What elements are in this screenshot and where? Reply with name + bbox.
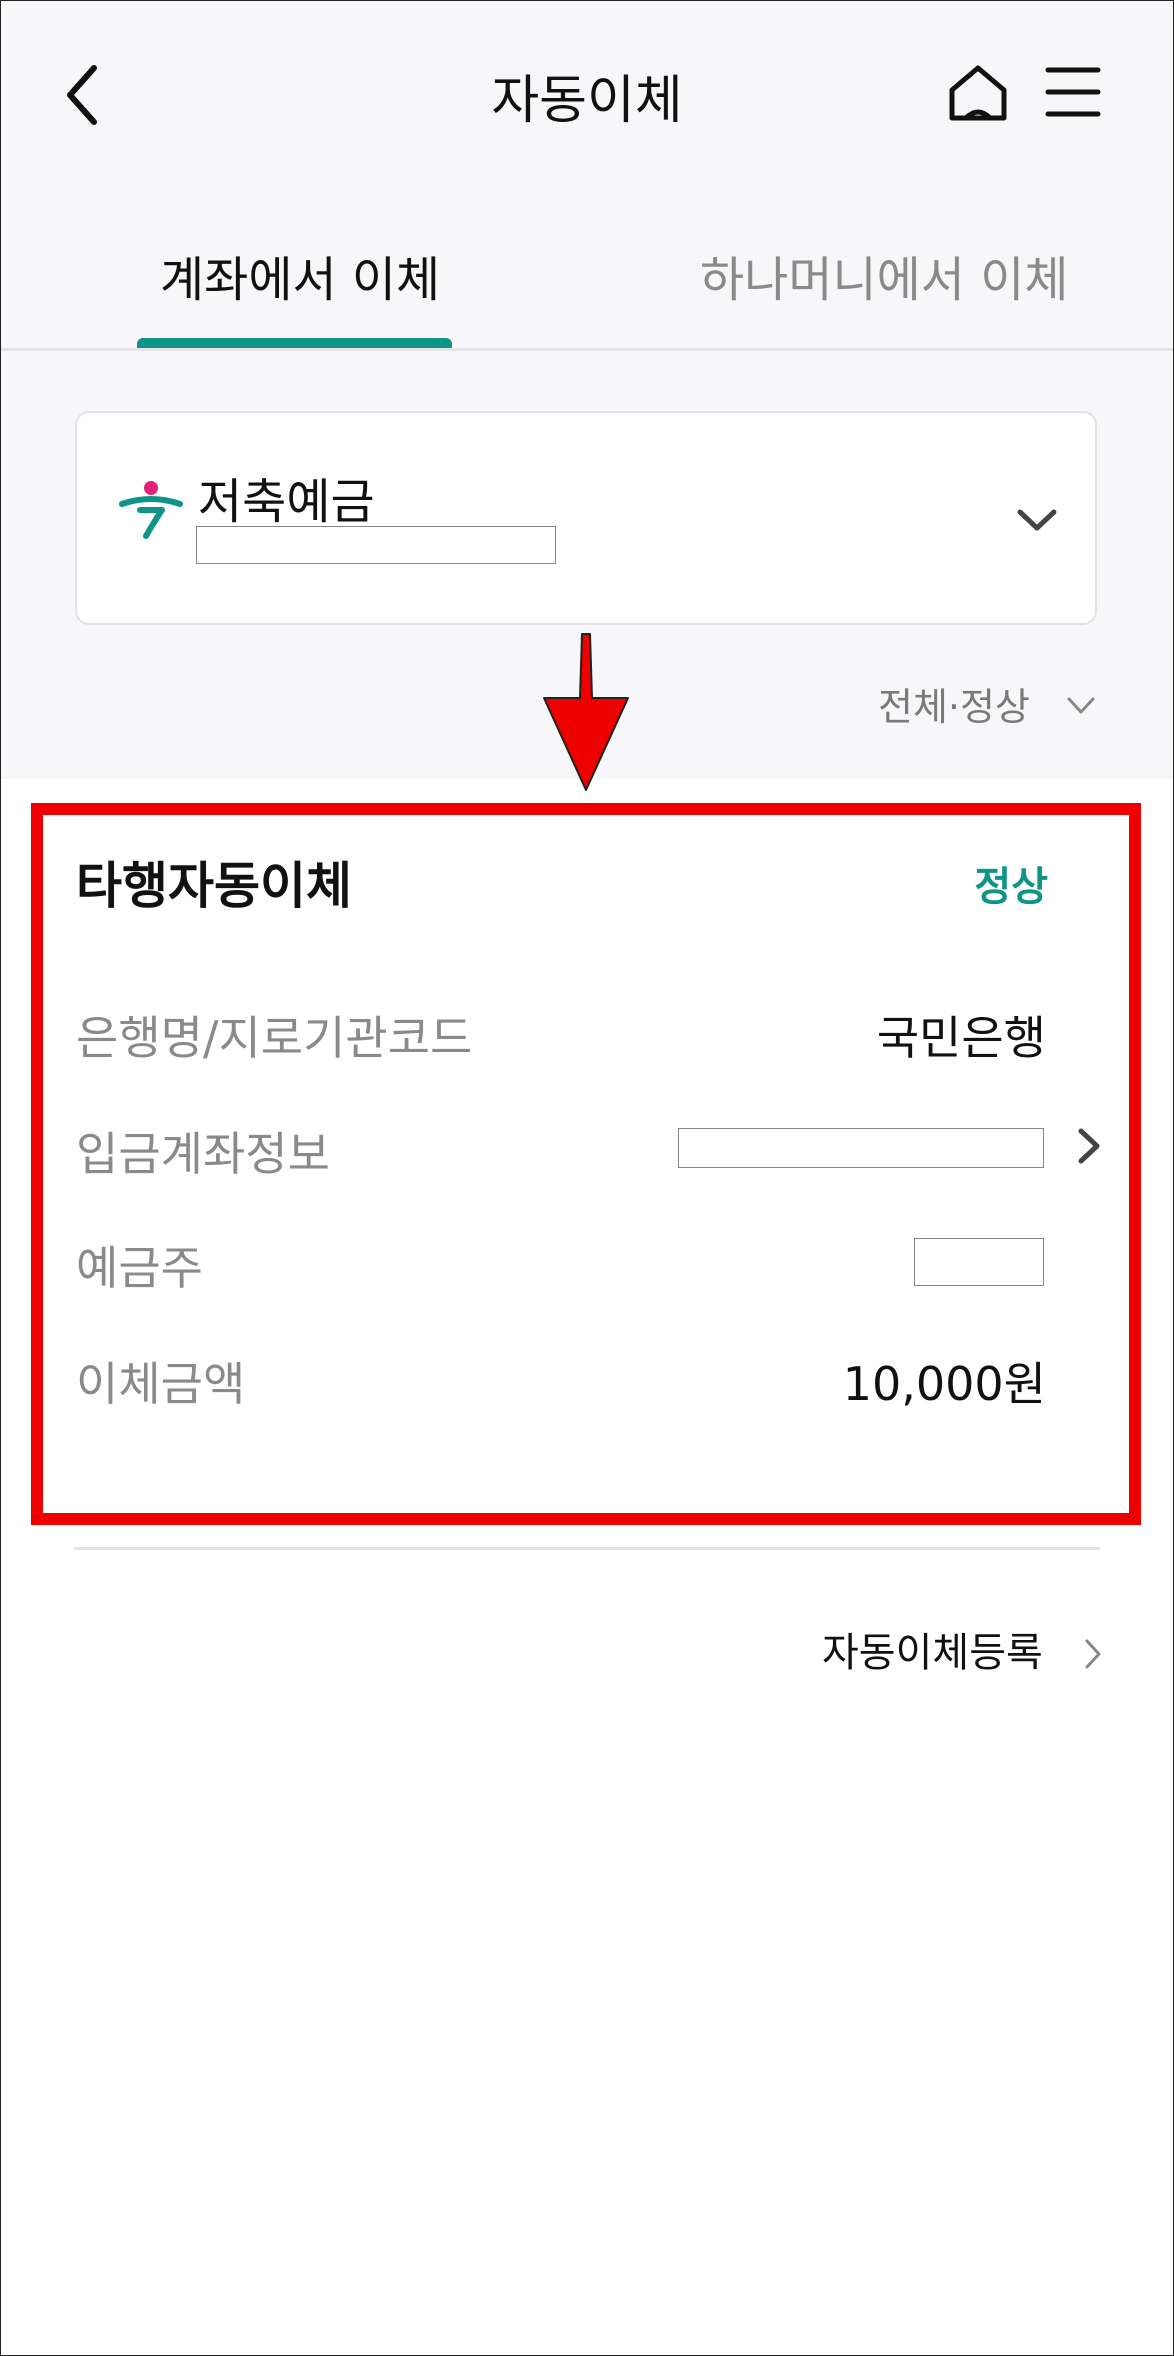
status-filter[interactable]: 전체·정상 — [878, 676, 1030, 731]
bank-name-value: 국민은행 — [876, 1011, 1046, 1065]
chevron-right-icon[interactable] — [1084, 1638, 1102, 1670]
account-name: 저축예금 — [198, 474, 375, 530]
tab-account-transfer[interactable]: 계좌에서 이체 — [160, 240, 440, 310]
home-button[interactable] — [946, 62, 1010, 124]
account-number-redacted — [196, 526, 556, 564]
account-holder-redacted — [914, 1238, 1044, 1286]
transfer-type-title: 타행자동이체 — [76, 857, 352, 915]
section-divider — [74, 1547, 1100, 1550]
chevron-right-icon[interactable] — [1076, 1126, 1102, 1166]
menu-button[interactable] — [1044, 64, 1102, 120]
tab-divider — [1, 348, 1173, 351]
bank-name-label: 은행명/지로기관코드 — [76, 1011, 473, 1065]
deposit-account-label: 입금계좌정보 — [76, 1127, 330, 1181]
hamburger-menu-icon — [1045, 67, 1101, 117]
deposit-account-redacted — [678, 1128, 1044, 1168]
home-icon — [949, 65, 1007, 121]
transfer-amount-label: 이체금액 — [76, 1357, 246, 1411]
status-badge: 정상 — [974, 864, 1048, 910]
chevron-down-icon[interactable] — [1066, 696, 1096, 716]
annotation-arrow-icon — [540, 628, 632, 794]
transfer-amount-value: 10,000원 — [842, 1357, 1046, 1411]
chevron-down-icon[interactable] — [1016, 506, 1058, 534]
tab-hanamoney-transfer[interactable]: 하나머니에서 이체 — [700, 240, 1069, 310]
account-holder-label: 예금주 — [76, 1241, 203, 1295]
register-auto-transfer-link[interactable]: 자동이체등록 — [822, 1620, 1043, 1678]
hana-bank-logo-icon — [118, 478, 184, 544]
